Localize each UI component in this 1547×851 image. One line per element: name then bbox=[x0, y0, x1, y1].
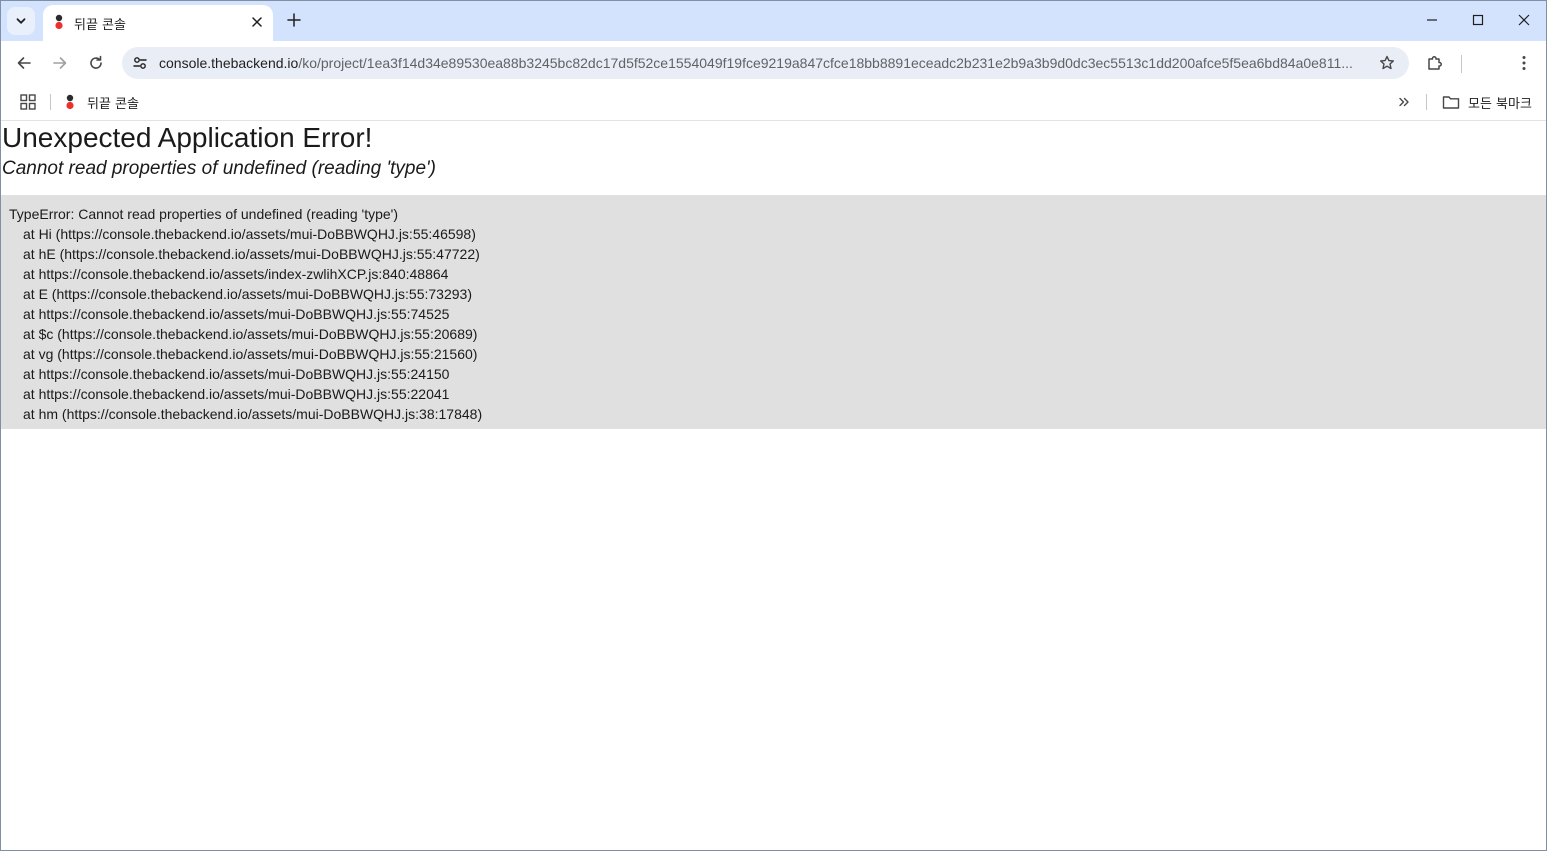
tab-active[interactable]: 뒤끝 콘솔 bbox=[43, 5, 273, 41]
grid-icon bbox=[20, 94, 36, 110]
bookmarks-bar: 뒤끝 콘솔 모든 북마크 bbox=[1, 85, 1546, 121]
site-favicon-icon bbox=[55, 14, 63, 30]
maximize-icon bbox=[1472, 14, 1484, 26]
toolbar-divider bbox=[1461, 55, 1462, 73]
error-message: Cannot read properties of undefined (rea… bbox=[2, 158, 436, 179]
page-content: Unexpected Application Error! Cannot rea… bbox=[1, 122, 1546, 850]
url-path: /ko/project/1ea3f14d34e89530ea88b3245bc8… bbox=[298, 55, 1353, 71]
back-button[interactable] bbox=[13, 52, 35, 74]
browser-toolbar: console.thebackend.io/ko/project/1ea3f14… bbox=[1, 41, 1546, 85]
bookmarks-separator bbox=[50, 94, 51, 110]
stack-frame: at hE (https://console.thebackend.io/ass… bbox=[23, 246, 480, 262]
stack-frame: at https://console.thebackend.io/assets/… bbox=[23, 266, 449, 282]
double-chevron-icon bbox=[1399, 97, 1409, 107]
maximize-button[interactable] bbox=[1467, 9, 1489, 31]
bookmark-label: 뒤끝 콘솔 bbox=[87, 96, 139, 112]
tab-search-button[interactable] bbox=[7, 7, 35, 35]
tune-icon bbox=[133, 57, 147, 69]
star-icon bbox=[1380, 55, 1394, 70]
error-title: Unexpected Application Error! bbox=[2, 122, 373, 153]
stack-frame: at hm (https://console.thebackend.io/ass… bbox=[23, 406, 483, 422]
more-bookmarks-button[interactable] bbox=[1395, 91, 1413, 113]
close-icon bbox=[1518, 14, 1530, 26]
plus-icon bbox=[287, 13, 301, 27]
extensions-button[interactable] bbox=[1424, 52, 1446, 74]
apps-button[interactable] bbox=[19, 93, 37, 111]
stack-frame: at https://console.thebackend.io/assets/… bbox=[23, 306, 450, 322]
arrow-right-icon bbox=[53, 57, 67, 69]
url-text[interactable]: console.thebackend.io/ko/project/1ea3f14… bbox=[159, 55, 1364, 71]
url-host: console.thebackend.io bbox=[159, 55, 299, 71]
tab-close-button[interactable] bbox=[249, 14, 265, 30]
site-favicon-icon bbox=[66, 94, 74, 110]
tab-title: 뒤끝 콘솔 bbox=[74, 18, 126, 33]
stack-frame: at Hi (https://console.thebackend.io/ass… bbox=[23, 226, 476, 242]
stack-trace: TypeError: Cannot read properties of und… bbox=[1, 195, 1546, 429]
reload-button[interactable] bbox=[85, 52, 107, 74]
bookmark-star-button[interactable] bbox=[1377, 53, 1397, 73]
minimize-button[interactable] bbox=[1421, 9, 1443, 31]
new-tab-button[interactable] bbox=[285, 11, 303, 29]
bookmark-item[interactable]: 뒤끝 콘솔 bbox=[65, 91, 139, 113]
folder-icon bbox=[1442, 96, 1460, 109]
browser-window: 뒤끝 콘솔 console.thebackend.io/ko/project/1… bbox=[0, 0, 1547, 851]
stack-frame: at vg (https://console.thebackend.io/ass… bbox=[23, 346, 478, 362]
chevron-down-icon bbox=[16, 18, 26, 24]
arrow-left-icon bbox=[17, 57, 31, 69]
all-bookmarks-label: 모든 북마크 bbox=[1468, 96, 1532, 112]
site-info-button[interactable] bbox=[130, 53, 150, 73]
stack-frame: at E (https://console.thebackend.io/asse… bbox=[23, 286, 472, 302]
stack-error-line: TypeError: Cannot read properties of und… bbox=[9, 206, 399, 222]
reload-icon bbox=[90, 55, 102, 69]
stack-frame: at https://console.thebackend.io/assets/… bbox=[23, 386, 450, 402]
all-bookmarks-button[interactable]: 모든 북마크 bbox=[1442, 91, 1532, 113]
close-icon bbox=[252, 17, 262, 27]
bookmarks-separator bbox=[1426, 94, 1427, 110]
stack-frame: at $c (https://console.thebackend.io/ass… bbox=[23, 326, 478, 342]
browser-menu-button[interactable] bbox=[1513, 52, 1535, 74]
puzzle-icon bbox=[1428, 56, 1442, 70]
kebab-menu-icon bbox=[1522, 56, 1526, 70]
close-window-button[interactable] bbox=[1513, 9, 1535, 31]
minimize-icon bbox=[1427, 19, 1437, 21]
address-bar[interactable]: console.thebackend.io/ko/project/1ea3f14… bbox=[122, 47, 1409, 79]
forward-button[interactable] bbox=[49, 52, 71, 74]
tab-strip: 뒤끝 콘솔 bbox=[1, 1, 1546, 41]
stack-frame: at https://console.thebackend.io/assets/… bbox=[23, 366, 450, 382]
